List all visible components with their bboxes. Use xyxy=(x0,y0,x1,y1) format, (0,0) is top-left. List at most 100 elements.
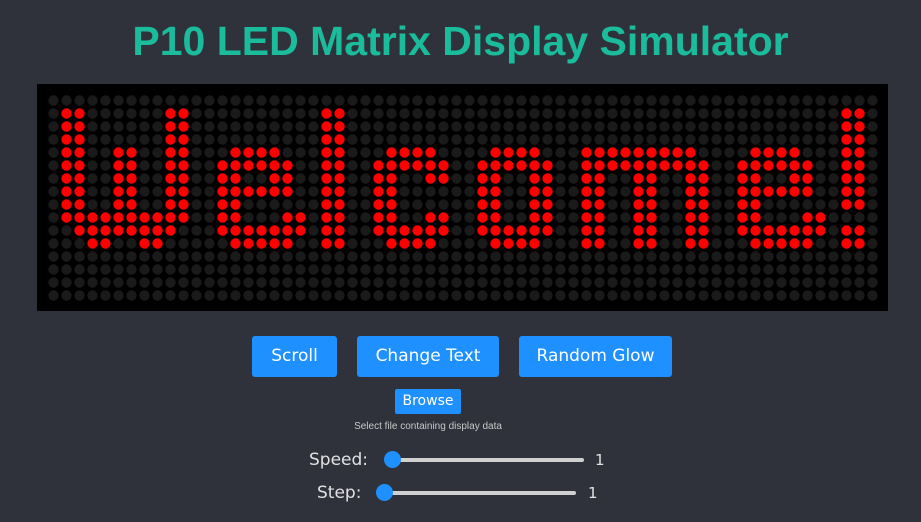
led-pixel-on xyxy=(490,238,501,249)
led-pixel-off xyxy=(724,277,735,288)
led-pixel-off xyxy=(191,290,202,301)
led-pixel-off xyxy=(295,186,306,197)
led-pixel-off xyxy=(100,186,111,197)
led-pixel-off xyxy=(373,277,384,288)
led-pixel-off xyxy=(646,290,657,301)
led-pixel-on xyxy=(74,121,85,132)
led-pixel-off xyxy=(724,147,735,158)
led-pixel-off xyxy=(828,238,839,249)
led-pixel-off xyxy=(685,277,696,288)
led-pixel-off xyxy=(100,199,111,210)
led-pixel-off xyxy=(360,160,371,171)
led-pixel-on xyxy=(178,134,189,145)
scroll-button[interactable]: Scroll xyxy=(252,336,337,377)
led-pixel-on xyxy=(113,186,124,197)
led-pixel-off xyxy=(425,134,436,145)
led-pixel-off xyxy=(763,134,774,145)
led-pixel-off xyxy=(581,290,592,301)
led-pixel-on xyxy=(581,238,592,249)
led-pixel-off xyxy=(503,186,514,197)
led-pixel-on xyxy=(854,186,865,197)
step-slider-track[interactable] xyxy=(384,491,576,495)
led-pixel-off xyxy=(308,251,319,262)
led-pixel-off xyxy=(139,251,150,262)
speed-slider-track[interactable] xyxy=(392,458,584,462)
led-pixel-off xyxy=(542,277,553,288)
led-pixel-off xyxy=(503,199,514,210)
led-pixel-off xyxy=(763,199,774,210)
step-slider-thumb[interactable] xyxy=(376,484,393,501)
led-pixel-off xyxy=(815,238,826,249)
led-pixel-off xyxy=(568,225,579,236)
led-pixel-on xyxy=(243,238,254,249)
led-pixel-off xyxy=(230,121,241,132)
led-pixel-off xyxy=(48,264,59,275)
led-pixel-off xyxy=(802,251,813,262)
change-text-button[interactable]: Change Text xyxy=(357,336,499,377)
random-glow-button[interactable]: Random Glow xyxy=(519,336,672,377)
led-pixel-off xyxy=(191,251,202,262)
led-pixel-off xyxy=(477,108,488,119)
led-pixel-on xyxy=(61,186,72,197)
browse-button[interactable]: Browse xyxy=(395,389,461,414)
led-pixel-off xyxy=(607,264,618,275)
led-pixel-off xyxy=(815,134,826,145)
led-pixel-off xyxy=(282,251,293,262)
led-pixel-on xyxy=(685,173,696,184)
led-pixel-on xyxy=(750,238,761,249)
led-pixel-off xyxy=(659,225,670,236)
led-pixel-off xyxy=(568,264,579,275)
led-pixel-off xyxy=(87,160,98,171)
led-pixel-off xyxy=(802,95,813,106)
led-pixel-off xyxy=(191,121,202,132)
led-pixel-on xyxy=(646,199,657,210)
led-pixel-off xyxy=(191,108,202,119)
led-pixel-on xyxy=(230,199,241,210)
led-pixel-off xyxy=(243,134,254,145)
led-pixel-on xyxy=(815,225,826,236)
led-pixel-off xyxy=(139,108,150,119)
led-pixel-off xyxy=(87,186,98,197)
led-pixel-on xyxy=(126,160,137,171)
led-pixel-on xyxy=(282,173,293,184)
led-pixel-on xyxy=(74,225,85,236)
led-pixel-off xyxy=(555,290,566,301)
led-pixel-on xyxy=(334,121,345,132)
led-pixel-off xyxy=(620,264,631,275)
led-pixel-off xyxy=(464,95,475,106)
led-pixel-off xyxy=(451,251,462,262)
led-pixel-on xyxy=(217,199,228,210)
led-pixel-off xyxy=(542,290,553,301)
led-pixel-off xyxy=(230,108,241,119)
led-pixel-off xyxy=(438,277,449,288)
led-pixel-off xyxy=(633,277,644,288)
speed-slider-thumb[interactable] xyxy=(384,451,401,468)
led-pixel-off xyxy=(620,121,631,132)
led-pixel-on xyxy=(841,160,852,171)
led-pixel-off xyxy=(438,121,449,132)
led-pixel-off xyxy=(360,225,371,236)
led-pixel-off xyxy=(451,134,462,145)
led-pixel-off xyxy=(867,160,878,171)
led-pixel-off xyxy=(724,173,735,184)
led-pixel-off xyxy=(646,121,657,132)
led-pixel-on xyxy=(529,225,540,236)
led-pixel-off xyxy=(672,225,683,236)
led-pixel-on xyxy=(217,186,228,197)
led-pixel-on xyxy=(685,199,696,210)
led-pixel-on xyxy=(321,225,332,236)
led-pixel-on xyxy=(594,147,605,158)
led-pixel-off xyxy=(828,277,839,288)
led-pixel-on xyxy=(763,238,774,249)
led-pixel-off xyxy=(542,251,553,262)
led-pixel-off xyxy=(568,212,579,223)
led-pixel-off xyxy=(815,251,826,262)
led-pixel-off xyxy=(386,264,397,275)
led-pixel-off xyxy=(360,238,371,249)
led-pixel-off xyxy=(451,147,462,158)
led-pixel-on xyxy=(516,225,527,236)
led-pixel-off xyxy=(295,173,306,184)
led-pixel-off xyxy=(204,199,215,210)
led-pixel-on xyxy=(542,186,553,197)
led-pixel-off xyxy=(48,173,59,184)
